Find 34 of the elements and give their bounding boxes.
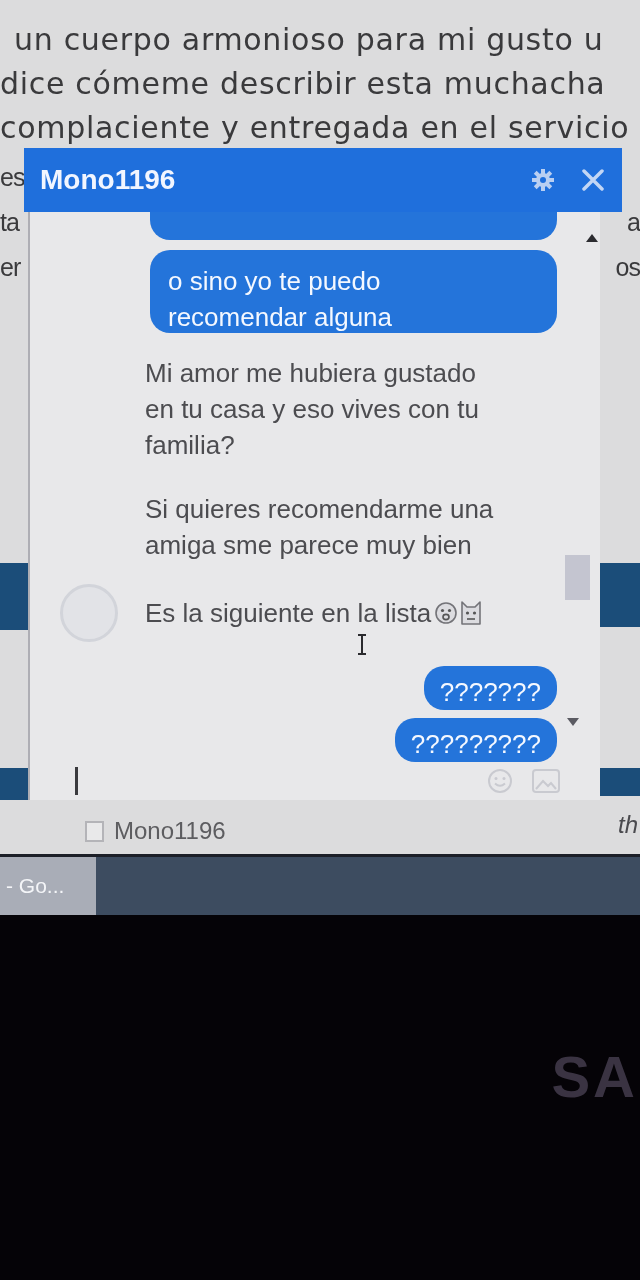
photo-icon[interactable] bbox=[532, 769, 560, 793]
banner-strip bbox=[598, 563, 640, 627]
message-bubble: ????????? bbox=[394, 717, 557, 762]
surprised-face-icon bbox=[435, 601, 458, 624]
message-text: Es la siguiente en la lista bbox=[145, 596, 432, 630]
text-fragment: er bbox=[0, 252, 21, 283]
checkbox[interactable] bbox=[85, 820, 104, 842]
gear-icon bbox=[532, 169, 554, 191]
text-fragment: ta bbox=[0, 207, 19, 238]
brand-logo: SA bbox=[551, 1043, 639, 1110]
text-fragment: th bbox=[618, 811, 639, 839]
message-bubble: ??????? bbox=[423, 665, 557, 710]
text-fragment: es bbox=[0, 162, 25, 193]
close-icon bbox=[582, 169, 604, 191]
settings-button[interactable] bbox=[532, 169, 554, 191]
smiley-icon[interactable] bbox=[488, 769, 512, 793]
article-text-line: un cuerpo armonioso para mi gusto u bbox=[14, 21, 604, 59]
scroll-down-icon[interactable] bbox=[567, 718, 579, 726]
message-text: Si quieres recomendarme una amiga sme parece muy bien bbox=[145, 492, 495, 562]
close-button[interactable] bbox=[582, 169, 604, 191]
article-text-line: dice cómeme describir esta muchacha bbox=[0, 65, 606, 103]
scroll-up-icon[interactable] bbox=[586, 234, 598, 242]
article-text-line: complaciente y entregada en el servicio bbox=[0, 109, 630, 147]
contact-name: Mono1196 bbox=[114, 817, 226, 845]
text-caret-icon bbox=[75, 767, 78, 795]
chat-title: Mono1196 bbox=[40, 164, 176, 196]
taskbar-button[interactable]: - Go... bbox=[0, 857, 96, 915]
message-text: Mi amor me hubiera gustado en tu casa y eso vives con tu familia? bbox=[145, 356, 480, 462]
message-bubble: o sino yo te puedo recomendar alguna bbox=[150, 250, 557, 333]
i-beam-cursor-icon bbox=[357, 634, 367, 655]
cat-face-icon bbox=[461, 600, 482, 625]
text-fragment: os bbox=[615, 252, 640, 283]
scrollbar-thumb[interactable] bbox=[565, 555, 590, 600]
text-fragment: a bbox=[627, 207, 640, 238]
